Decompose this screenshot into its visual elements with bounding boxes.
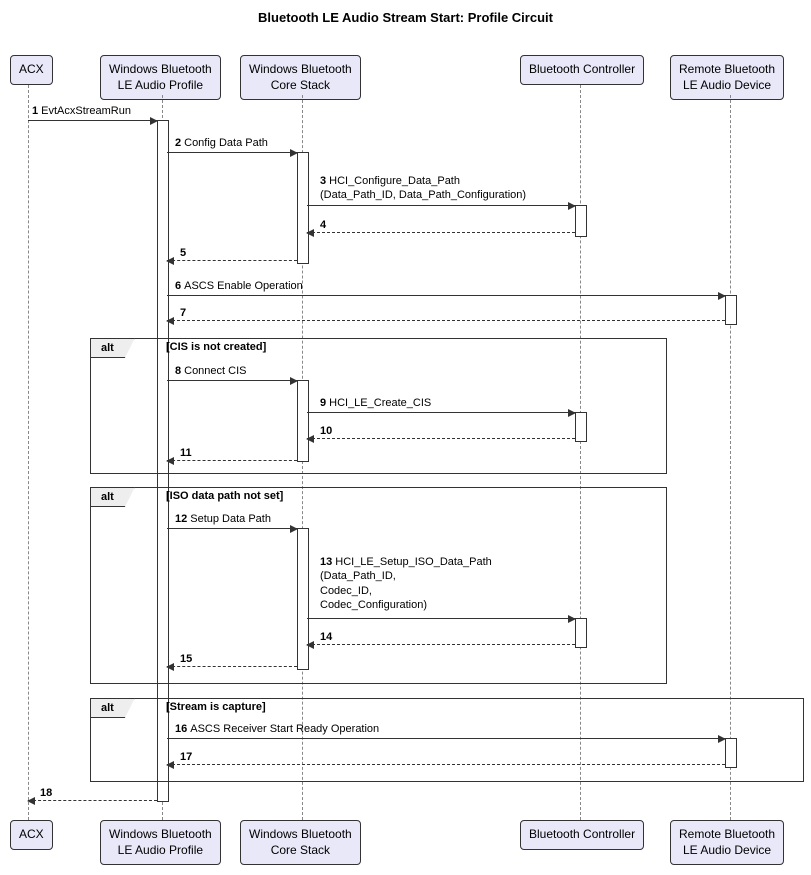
- msg-12: 12Setup Data Path: [175, 512, 271, 526]
- msg-7: 7: [180, 306, 189, 320]
- alt-box-3: alt [Stream is capture]: [90, 698, 804, 782]
- msg-3: 3HCI_Configure_Data_Path(Data_Path_ID, D…: [320, 174, 526, 203]
- arrow-m7: [167, 320, 725, 321]
- msg-4: 4: [320, 218, 329, 232]
- participant-controller-top: Bluetooth Controller: [520, 55, 644, 85]
- arrow-m1: [28, 120, 157, 121]
- arrow-m4: [307, 232, 575, 233]
- participant-acx-top: ACX: [10, 55, 53, 85]
- arrow-m2: [167, 152, 297, 153]
- arrow-m12: [167, 528, 297, 529]
- activation-stack-1: [297, 152, 309, 264]
- alt-label-1: alt: [90, 338, 135, 358]
- arrow-m8: [167, 380, 297, 381]
- diagram-title: Bluetooth LE Audio Stream Start: Profile…: [0, 10, 811, 25]
- participant-stack-bottom: Windows BluetoothCore Stack: [240, 820, 361, 865]
- msg-15: 15: [180, 652, 195, 666]
- msg-2: 2Config Data Path: [175, 136, 268, 150]
- activation-remote-1: [725, 295, 737, 325]
- msg-1: 1EvtAcxStreamRun: [32, 104, 131, 118]
- arrow-m9: [307, 412, 575, 413]
- msg-9: 9HCI_LE_Create_CIS: [320, 396, 431, 410]
- msg-11: 11: [180, 446, 195, 460]
- alt-guard-3: [Stream is capture]: [166, 701, 266, 713]
- arrow-m3: [307, 205, 575, 206]
- arrow-m10: [307, 438, 575, 439]
- arrow-m16: [167, 738, 725, 739]
- participant-stack-top: Windows BluetoothCore Stack: [240, 55, 361, 100]
- arrow-m14: [307, 644, 575, 645]
- sequence-diagram: Bluetooth LE Audio Stream Start: Profile…: [0, 0, 811, 875]
- activation-controller-1: [575, 205, 587, 237]
- arrow-m13: [307, 618, 575, 619]
- alt-label-2: alt: [90, 487, 135, 507]
- participant-remote-top: Remote BluetoothLE Audio Device: [670, 55, 784, 100]
- msg-18: 18: [40, 786, 55, 800]
- arrow-m6: [167, 295, 725, 296]
- msg-16: 16ASCS Receiver Start Ready Operation: [175, 722, 379, 736]
- msg-6: 6ASCS Enable Operation: [175, 279, 303, 293]
- alt-guard-1: [CIS is not created]: [166, 341, 266, 353]
- alt-label-3: alt: [90, 698, 135, 718]
- arrow-m17: [167, 764, 725, 765]
- participant-profile-top: Windows BluetoothLE Audio Profile: [100, 55, 221, 100]
- msg-10: 10: [320, 424, 335, 438]
- msg-14: 14: [320, 630, 335, 644]
- msg-5: 5: [180, 246, 189, 260]
- msg-17: 17: [180, 750, 195, 764]
- participant-profile-bottom: Windows BluetoothLE Audio Profile: [100, 820, 221, 865]
- alt-guard-2: [ISO data path not set]: [166, 490, 283, 502]
- lifeline-acx: [28, 85, 29, 820]
- participant-controller-bottom: Bluetooth Controller: [520, 820, 644, 850]
- participant-remote-bottom: Remote BluetoothLE Audio Device: [670, 820, 784, 865]
- msg-13: 13HCI_LE_Setup_ISO_Data_Path(Data_Path_I…: [320, 555, 492, 612]
- participant-acx-bottom: ACX: [10, 820, 53, 850]
- msg-8: 8Connect CIS: [175, 364, 247, 378]
